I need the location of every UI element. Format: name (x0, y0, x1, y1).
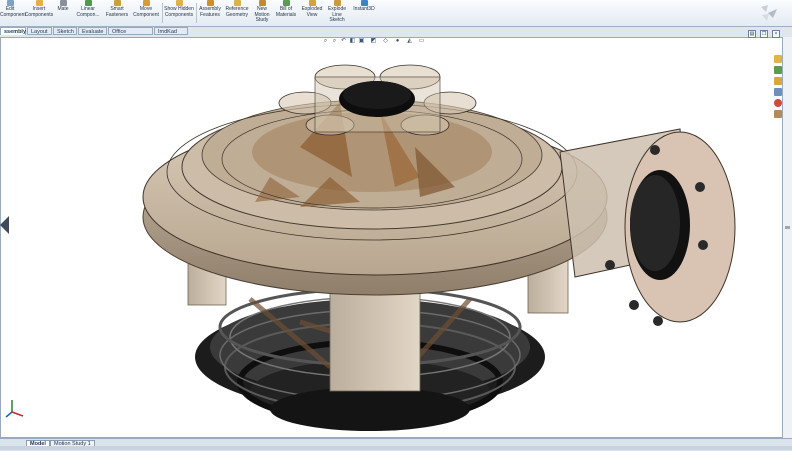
assembly-features-button[interactable]: Assembly Features (198, 0, 222, 26)
command-manager-ribbon: Edit Component Insert Components Mate Li… (0, 0, 792, 27)
pump-assembly-model[interactable] (0, 37, 783, 438)
display-style-icon[interactable]: ◩ (370, 38, 377, 45)
insert-components-button[interactable]: Insert Components (24, 0, 54, 26)
custom-properties-icon[interactable] (774, 110, 782, 118)
view-palette-icon[interactable] (774, 88, 782, 96)
volute-housing (142, 64, 608, 296)
new-motion-study-button[interactable]: New Motion Study (252, 0, 272, 26)
tab-layout[interactable]: Layout (27, 27, 52, 35)
apply-scene-icon[interactable]: ◭ (406, 38, 413, 45)
zoom-to-fit-icon[interactable]: ⌕ (322, 38, 329, 45)
solidworks-logo-icon (761, 5, 777, 21)
task-pane-tabs (773, 55, 783, 123)
design-library-icon[interactable] (774, 66, 782, 74)
mate-button[interactable]: Mate (56, 0, 70, 26)
view-settings-icon[interactable]: ▭ (418, 38, 425, 45)
tile-icon[interactable]: ▤ (748, 30, 756, 38)
linear-pattern-button[interactable]: Linear Compon... (74, 0, 102, 26)
previous-view-icon[interactable]: ↶ (340, 38, 347, 45)
reference-triad-icon (5, 400, 24, 418)
restore-icon[interactable]: ❐ (760, 30, 768, 38)
instant3d-button[interactable]: Instant3D (350, 0, 378, 26)
file-explorer-icon[interactable] (774, 77, 782, 85)
tab-evaluate[interactable]: Evaluate (78, 27, 107, 35)
view-orientation-icon[interactable]: ▣ (358, 38, 365, 45)
edit-component-button[interactable]: Edit Component (0, 0, 26, 26)
status-bar (0, 446, 792, 450)
appearances-scenes-icon[interactable] (774, 99, 782, 107)
tab-assembly[interactable]: ssembly (0, 27, 26, 35)
edit-appearance-icon[interactable]: ● (394, 38, 401, 45)
hide-show-items-icon[interactable]: ◇ (382, 38, 389, 45)
solidworks-resources-icon[interactable] (774, 55, 782, 63)
bill-of-materials-button[interactable]: Bill of Materials (274, 0, 298, 26)
explode-line-sketch-button[interactable]: Explode Line Sketch (326, 0, 348, 26)
outlet-flange (559, 128, 736, 326)
tab-office-products[interactable]: Office Products (108, 27, 153, 43)
ribbon-separator (196, 3, 197, 23)
vertical-scrollbar[interactable] (783, 37, 792, 438)
collapse-left-arrow-icon[interactable] (0, 216, 9, 234)
show-hidden-components-button[interactable]: Show Hidden Components (164, 0, 194, 26)
reference-geometry-button[interactable]: Reference Geometry (224, 0, 250, 26)
exploded-view-button[interactable]: Exploded View (300, 0, 324, 26)
section-view-icon[interactable]: ◧ (349, 38, 356, 45)
scrollbar-thumb[interactable] (785, 226, 790, 229)
ribbon-separator (162, 3, 163, 23)
move-component-button[interactable]: Move Component (132, 0, 160, 26)
zoom-area-icon[interactable]: ⌕ (331, 38, 338, 45)
tab-sketch[interactable]: Sketch (53, 27, 77, 35)
smart-fasteners-button[interactable]: Smart Fasteners (104, 0, 130, 26)
close-icon[interactable]: × (772, 30, 780, 38)
tab-addin[interactable]: ImdKad 10 (154, 27, 188, 43)
